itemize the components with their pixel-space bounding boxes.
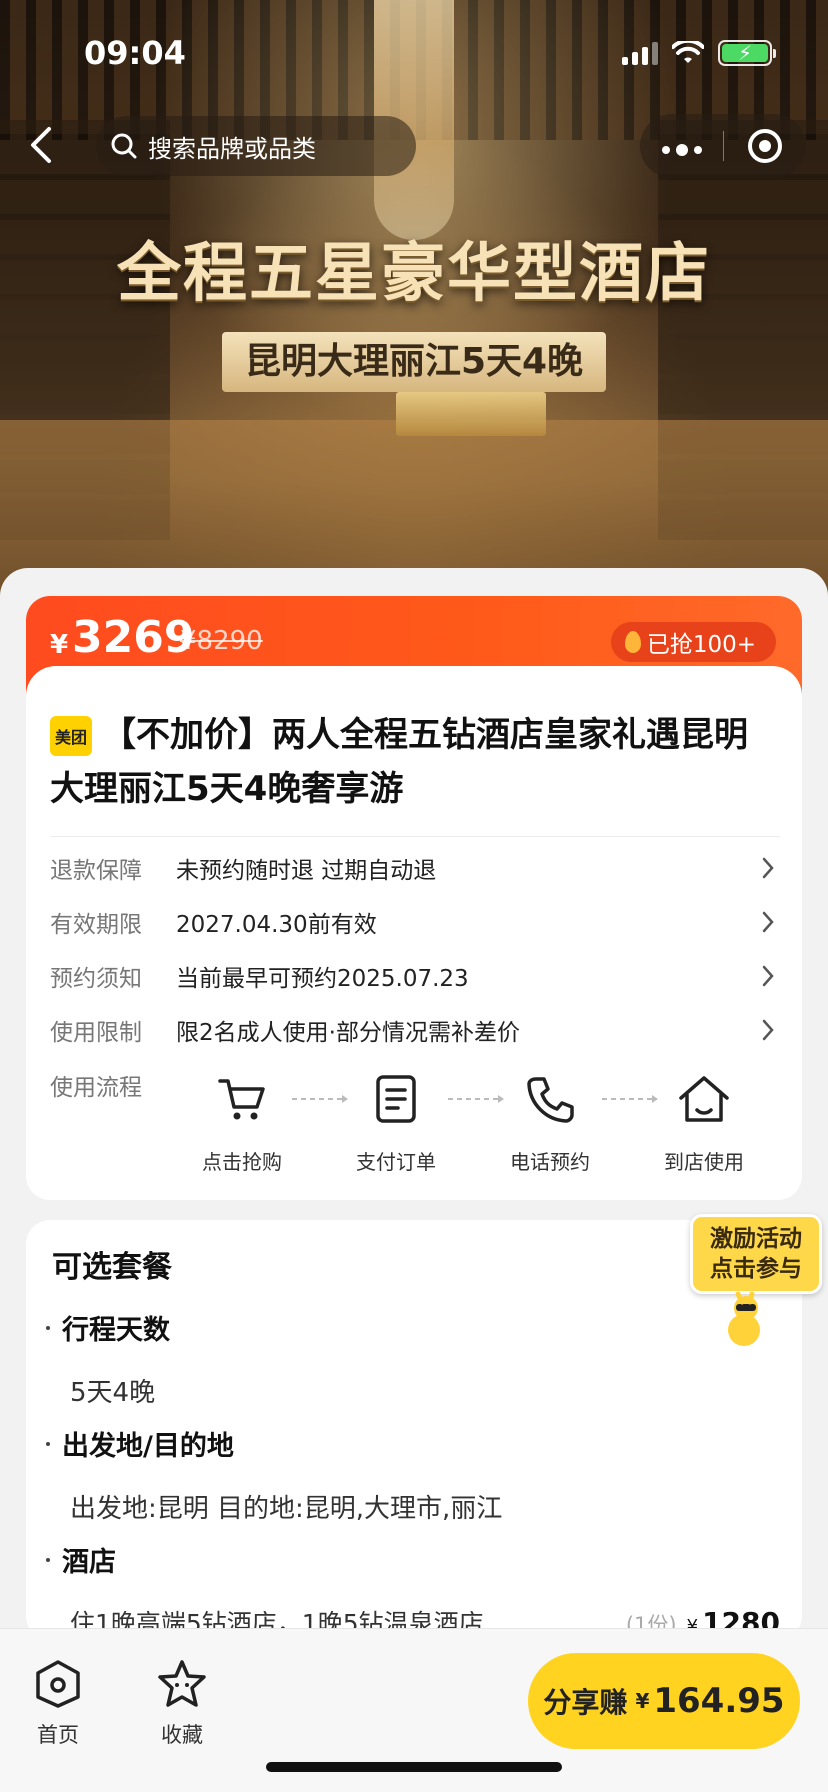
info-row-refund[interactable]: 退款保障 未预约随时退 过期自动退 [50,848,780,888]
signal-icon [622,41,658,65]
hero-title: 全程五星豪华型酒店 [117,236,711,311]
info-label: 退款保障 [50,858,142,884]
package-section-heading: 出发地/目的地 [46,1424,234,1463]
package-section-heading: 酒店 [46,1540,116,1579]
share-label: 分享赚 [543,1686,628,1719]
star-face-icon [158,1660,206,1707]
package-section-value: 出发地:昆明 目的地:昆明,大理市,丽江 [70,1494,503,1524]
battery-icon: ⚡ [718,40,776,66]
info-label: 有效期限 [50,912,142,938]
share-amount: 164.95 [653,1681,785,1721]
flow-step-label: 电话预约 [510,1150,590,1174]
flow-step-pay: 支付订单 [336,1072,456,1175]
share-earn-button[interactable]: 分享赚 ¥ 164.95 [528,1653,800,1749]
home-tab-icon [36,1660,80,1708]
wifi-icon [672,41,704,63]
info-value: 当前最早可预约2025.07.23 [176,966,469,992]
promo-box: 激励活动 点击参与 [690,1214,822,1294]
bullet-icon [46,1441,50,1446]
sold-count-badge: 已抢100+ [610,622,776,662]
chevron-right-icon [756,910,780,934]
tab-home[interactable]: 首页 [18,1657,98,1749]
hero-reception-desk [396,392,546,436]
price-original: ¥8290 [180,626,263,656]
info-row-booking[interactable]: 预约须知 当前最早可预约2025.07.23 [50,956,780,996]
kangaroo-mascot-icon [728,1291,770,1348]
info-label: 预约须知 [50,966,142,992]
search-input[interactable]: 搜索品牌或品类 [96,116,416,176]
price-currency: ¥ [50,630,69,660]
document-icon [376,1075,416,1123]
search-icon [111,133,137,159]
info-row-validity[interactable]: 有效期限 2027.04.30前有效 [50,902,780,942]
flow-step-call: 电话预约 [490,1072,610,1175]
miniprogram-capsule [640,114,806,178]
chevron-right-icon [756,856,780,880]
home-icon [679,1076,729,1122]
product-card: ¥ 3269 ¥8290 已抢100+ 美团 【不加价】两人全程五钻酒店皇家礼遇… [26,596,802,1200]
home-indicator [266,1762,562,1772]
chevron-left-icon [31,127,51,163]
cart-icon [218,1079,265,1120]
promo-floating-button[interactable]: 激励活动 点击参与 [690,1214,822,1354]
flame-icon [624,631,641,653]
info-value: 限2名成人使用·部分情况需补差价 [176,1020,520,1046]
phone-icon [527,1077,574,1123]
promo-line1: 激励活动 [710,1226,802,1252]
back-button[interactable] [18,122,64,168]
tab-label: 首页 [37,1723,79,1747]
share-currency: ¥ [635,1689,650,1713]
more-button[interactable] [640,130,723,163]
info-row-restriction[interactable]: 使用限制 限2名成人使用·部分情况需补差价 [50,1010,780,1050]
flow-step-label: 到店使用 [664,1150,744,1174]
flow-step-label: 支付订单 [356,1150,436,1174]
info-label: 使用限制 [50,1020,142,1046]
flow-label: 使用流程 [50,1075,142,1101]
promo-line2: 点击参与 [710,1256,802,1282]
package-card: 可选套餐 行程天数 5天4晚 出发地/目的地 出发地:昆明 目的地:昆明,大理市… [26,1220,802,1640]
info-value: 2027.04.30前有效 [176,912,377,938]
bullet-icon [46,1325,50,1330]
flow-step-buy: 点击抢购 [182,1072,302,1175]
info-value: 未预约随时退 过期自动退 [176,858,437,884]
flow-step-use: 到店使用 [644,1072,764,1175]
hero-subtitle: 昆明大理丽江5天4晚 [222,332,606,392]
flow-step-label: 点击抢购 [202,1150,282,1174]
price-current: 3269 [72,612,195,663]
bullet-icon [46,1557,50,1562]
target-icon [748,129,782,163]
package-section-heading: 行程天数 [46,1308,170,1347]
tab-favorite[interactable]: 收藏 [142,1657,222,1749]
sold-count-text: 已抢100+ [646,632,756,658]
search-placeholder: 搜索品牌或品类 [148,134,316,163]
tab-label: 收藏 [161,1723,203,1747]
close-miniprogram-button[interactable] [724,129,806,163]
more-dots-icon [661,143,702,156]
divider [50,836,780,837]
status-icons: ⚡ [622,40,776,66]
package-title: 可选套餐 [52,1250,172,1285]
package-section-value: 5天4晚 [70,1378,156,1408]
chevron-right-icon [756,1018,780,1042]
status-time: 09:04 [84,34,186,72]
chevron-right-icon [756,964,780,988]
hero-banner: 全程五星豪华型酒店 昆明大理丽江5天4晚 [0,0,828,600]
product-title: 【不加价】两人全程五钻酒店皇家礼遇昆明大理丽江5天4晚奢享游 [50,715,748,809]
